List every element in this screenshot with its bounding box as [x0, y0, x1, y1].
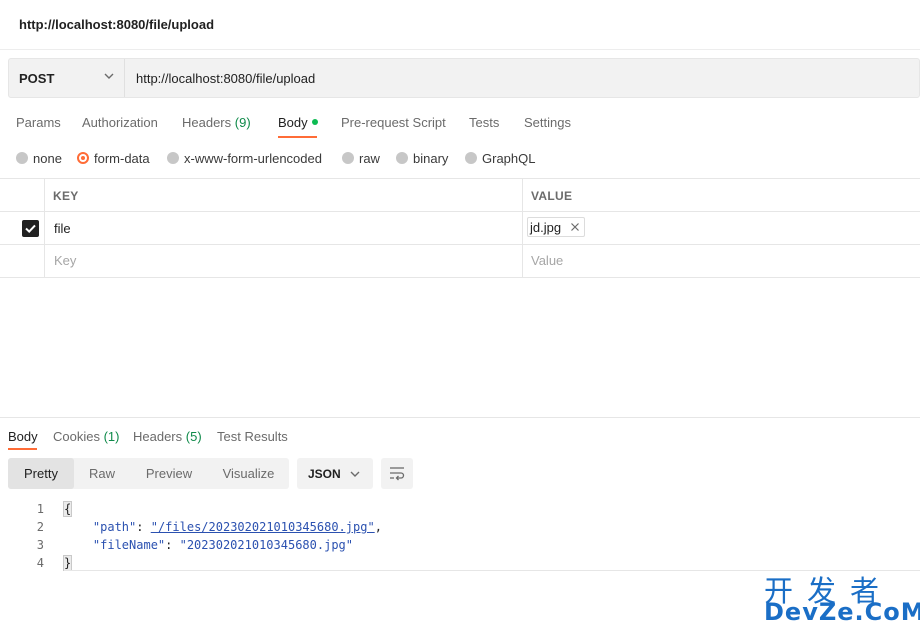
request-title[interactable]: http://localhost:8080/file/upload	[19, 17, 214, 32]
code-line-4: }	[62, 555, 73, 571]
tab-label: Test Results	[217, 429, 288, 444]
checkmark-icon	[25, 224, 36, 234]
view-visualize[interactable]: Visualize	[208, 458, 289, 489]
view-mode-selector: Pretty Raw Preview Visualize	[8, 458, 289, 489]
view-pretty[interactable]: Pretty	[8, 458, 74, 489]
response-tab-cookies[interactable]: Cookies (1)	[53, 429, 119, 444]
tab-count: (9)	[234, 115, 251, 130]
request-title-bar: http://localhost:8080/file/upload	[0, 0, 920, 50]
tab-label: Settings	[524, 115, 571, 130]
tab-settings[interactable]: Settings	[524, 115, 571, 130]
radio-selected-icon	[77, 152, 89, 164]
method-select[interactable]: POST	[9, 59, 125, 97]
code-line-2: "path": "/files/202302021010345680.jpg",	[92, 520, 382, 534]
tab-authorization[interactable]: Authorization	[82, 115, 158, 130]
json-key: "fileName"	[92, 538, 166, 552]
tab-tests[interactable]: Tests	[469, 115, 499, 130]
method-label: POST	[19, 71, 55, 86]
table-row-empty: Key Value	[0, 245, 920, 278]
radio-label: binary	[413, 151, 449, 166]
modified-dot-icon	[311, 119, 318, 125]
column-header-value: VALUE	[531, 189, 573, 203]
response-body-code[interactable]: 1 2 3 4 { "path": "/files/20230202101034…	[0, 500, 920, 572]
request-bar: POST http://localhost:8080/file/upload	[8, 58, 920, 98]
radio-label: form-data	[94, 151, 150, 166]
response-tabs: Body Cookies (1) Headers (5) Test Result…	[0, 426, 920, 452]
tab-label: Headers	[182, 115, 232, 130]
tab-body[interactable]: Body	[278, 115, 318, 130]
chevron-down-icon	[350, 471, 360, 477]
radio-label: x-www-form-urlencoded	[184, 151, 322, 166]
form-data-table: KEY VALUE file jd.jpg Key Value	[0, 178, 920, 278]
response-tab-headers[interactable]: Headers (5)	[133, 429, 202, 444]
language-label: JSON	[308, 467, 341, 481]
view-raw[interactable]: Raw	[74, 458, 130, 489]
radio-circle-icon	[16, 152, 28, 164]
radio-label: none	[33, 151, 62, 166]
tab-label: Headers	[133, 429, 183, 444]
request-tabs: Params Authorization Headers (9) Body Pr…	[0, 112, 920, 140]
file-chip[interactable]: jd.jpg	[527, 217, 585, 237]
watermark-logo: 开发者 DevZe.CoM	[764, 568, 920, 630]
tab-pre-request-script[interactable]: Pre-request Script	[341, 115, 446, 130]
radio-circle-icon	[396, 152, 408, 164]
response-tab-body[interactable]: Body	[8, 429, 38, 444]
active-tab-indicator	[278, 136, 317, 138]
tab-label: Params	[16, 115, 61, 130]
watermark-text-en: DevZe.CoM	[764, 598, 920, 626]
radio-circle-icon	[342, 152, 354, 164]
response-divider[interactable]	[0, 417, 920, 418]
view-preview[interactable]: Preview	[130, 458, 208, 489]
radio-circle-icon	[465, 152, 477, 164]
table-header-row: KEY VALUE	[0, 179, 920, 212]
tab-label: Body	[278, 115, 308, 130]
tab-params[interactable]: Params	[16, 115, 61, 130]
column-divider	[522, 179, 523, 278]
json-string-value: "202302021010345680.jpg"	[179, 538, 353, 552]
body-type-options: none form-data x-www-form-urlencoded raw…	[0, 150, 920, 170]
key-input[interactable]: Key	[54, 253, 76, 268]
file-name: jd.jpg	[530, 220, 562, 235]
radio-label: raw	[359, 151, 380, 166]
value-input[interactable]: Value	[531, 253, 563, 268]
json-link-value[interactable]: "/files/202302021010345680.jpg"	[151, 520, 375, 534]
response-tab-test-results[interactable]: Test Results	[217, 429, 288, 444]
tab-count: (1)	[103, 429, 120, 444]
radio-circle-icon	[167, 152, 179, 164]
column-divider	[44, 179, 45, 278]
close-icon[interactable]	[569, 221, 581, 233]
language-select[interactable]: JSON	[297, 458, 373, 489]
tab-label: Cookies	[53, 429, 100, 444]
line-number: 2	[36, 520, 44, 534]
json-key: "path"	[92, 520, 137, 534]
wrap-lines-icon	[390, 467, 405, 481]
brace: {	[62, 501, 73, 517]
url-input[interactable]: http://localhost:8080/file/upload	[136, 71, 315, 86]
key-field[interactable]: file	[54, 221, 71, 236]
tab-count: (5)	[185, 429, 202, 444]
column-header-key: KEY	[53, 189, 79, 203]
chevron-down-icon	[104, 73, 114, 79]
tab-label: Tests	[469, 115, 500, 130]
table-row: file jd.jpg	[0, 212, 920, 245]
tab-headers[interactable]: Headers (9)	[182, 115, 251, 130]
tab-label: Body	[8, 429, 38, 444]
code-line-3: "fileName": "202302021010345680.jpg"	[92, 538, 353, 552]
row-enabled-checkbox[interactable]	[22, 220, 39, 237]
brace: }	[62, 555, 73, 571]
tab-label: Authorization	[82, 115, 158, 130]
wrap-lines-button[interactable]	[381, 458, 413, 489]
code-line-1: {	[62, 501, 73, 517]
active-tab-indicator	[8, 448, 37, 450]
line-number: 1	[36, 502, 44, 516]
line-number: 4	[36, 556, 44, 570]
radio-label: GraphQL	[482, 151, 536, 166]
line-number: 3	[36, 538, 44, 552]
tab-label: Pre-request Script	[341, 115, 446, 130]
